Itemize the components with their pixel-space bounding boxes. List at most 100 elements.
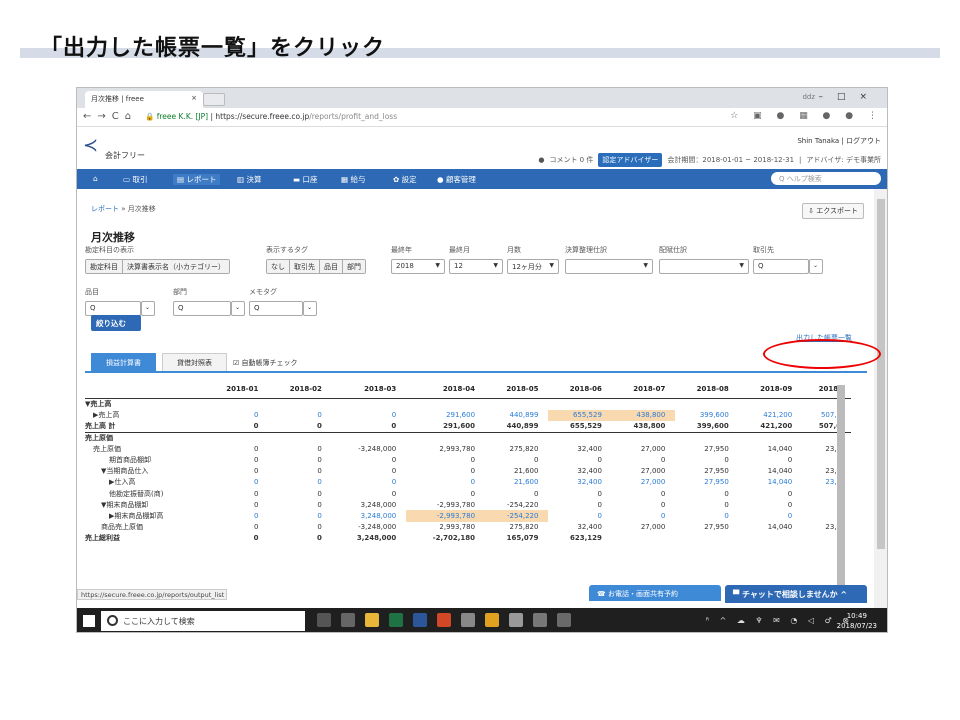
months-select[interactable]: 12ヶ月分 ▼ bbox=[507, 259, 559, 274]
breadcrumb-reports[interactable]: レポート bbox=[91, 205, 119, 213]
table-cell[interactable]: 27,000 bbox=[612, 477, 675, 488]
nav-accounts[interactable]: ▬ 口座 bbox=[293, 174, 317, 185]
user-name[interactable]: Shin Tanaka bbox=[797, 137, 839, 145]
table-cell[interactable]: 0 bbox=[675, 510, 738, 521]
phone-reservation-button[interactable]: ☎ お電話・画面共有予約 bbox=[589, 585, 721, 601]
table-cell[interactable]: 0 bbox=[268, 510, 331, 521]
freee-logo[interactable]: ≺ 会計フリー bbox=[83, 135, 173, 165]
row-label[interactable]: ▶仕入高 bbox=[85, 477, 205, 488]
table-cell[interactable]: 291,600 bbox=[406, 410, 485, 421]
end-month-select[interactable]: 12 ▼ bbox=[449, 259, 503, 274]
chat-button[interactable]: ▀ チャットで相談しませんか ^ bbox=[725, 585, 867, 603]
table-cell[interactable]: -2,993,780 bbox=[406, 510, 486, 522]
nav-closing[interactable]: ▥ 決算 bbox=[237, 174, 261, 185]
page-scrollbar[interactable] bbox=[874, 189, 887, 632]
system-tray[interactable]: ᴿ ^ ☁ ♆ ✉ ◔ ◁ ♂ ⊗ bbox=[706, 616, 853, 625]
tab-balance-sheet[interactable]: 貸借対照表 bbox=[162, 353, 227, 373]
option-statement-name[interactable]: 決算書表示名（小カテゴリー） bbox=[123, 260, 229, 273]
table-cell: 0 bbox=[597, 489, 602, 498]
table-cell[interactable]: 440,899 bbox=[485, 410, 548, 421]
nav-reports[interactable]: ▤ レポート bbox=[173, 174, 221, 185]
taskbar-search-input[interactable]: ここに入力して検索 bbox=[101, 611, 305, 631]
browser-tab[interactable]: 月次推移 | freee × bbox=[85, 91, 203, 108]
nav-buttons[interactable]: ←→C⌂ bbox=[83, 111, 137, 122]
table-cell[interactable]: 32,400 bbox=[548, 477, 611, 488]
table-cell[interactable]: 0 bbox=[406, 477, 485, 488]
table-cell[interactable]: 0 bbox=[205, 477, 268, 488]
table-cell[interactable]: 438,800 bbox=[611, 409, 676, 421]
table-cell[interactable]: 655,529 bbox=[548, 409, 612, 421]
table-cell bbox=[205, 432, 268, 443]
auto-check-checkbox[interactable]: ☑ 自動帳簿チェック bbox=[233, 358, 298, 368]
nav-transactions[interactable]: ▭ 取引 bbox=[123, 174, 147, 185]
table-cell[interactable]: 0 bbox=[739, 510, 802, 521]
table-cell[interactable]: 21,600 bbox=[485, 477, 548, 488]
table-cell[interactable]: 0 bbox=[612, 510, 675, 521]
table-cell: 0 bbox=[724, 456, 729, 465]
end-year-select[interactable]: 2018 ▼ bbox=[391, 259, 445, 274]
table-cell: 0 bbox=[253, 456, 259, 465]
department-dropdown[interactable]: ⌄ bbox=[231, 301, 245, 316]
nav-customers[interactable]: ● 顧客管理 bbox=[437, 174, 476, 185]
window-controls[interactable]: –□× bbox=[818, 92, 881, 102]
partner-dropdown[interactable]: ⌄ bbox=[809, 259, 823, 274]
table-cell[interactable]: 421,200 bbox=[739, 410, 802, 421]
memo-dropdown[interactable]: ⌄ bbox=[303, 301, 317, 316]
table-cell[interactable]: 3,248,000 bbox=[332, 510, 406, 521]
table-cell[interactable]: 0 bbox=[205, 410, 268, 421]
memo-search-input[interactable]: Q bbox=[249, 301, 303, 316]
table-cell[interactable]: 27,950 bbox=[675, 477, 738, 488]
item-dropdown[interactable]: ⌄ bbox=[141, 301, 155, 316]
row-label: 売上原価 bbox=[85, 433, 113, 442]
table-cell[interactable]: 399,600 bbox=[675, 410, 738, 421]
scrollbar-thumb[interactable] bbox=[877, 199, 885, 549]
url-field[interactable]: 🔒 freee K.K. [JP] | https://secure.freee… bbox=[145, 112, 397, 121]
help-search-input[interactable]: Q ヘルプ検索 bbox=[771, 172, 881, 185]
tag-toggle[interactable]: なし 取引先 品目 部門 bbox=[266, 259, 366, 274]
table-cell: 0 bbox=[597, 500, 602, 509]
tag-department[interactable]: 部門 bbox=[343, 260, 365, 273]
tag-none[interactable]: なし bbox=[267, 260, 290, 273]
partner-search-input[interactable]: Q bbox=[753, 259, 809, 274]
allocation-label: 配賦仕訳 bbox=[659, 246, 687, 254]
nav-payroll[interactable]: ▦ 給与 bbox=[341, 174, 365, 185]
item-search-input[interactable]: Q bbox=[85, 301, 141, 316]
windows-start-icon[interactable] bbox=[83, 615, 95, 627]
logout-link[interactable]: ログアウト bbox=[846, 137, 881, 145]
tag-item[interactable]: 品目 bbox=[320, 260, 343, 273]
table-cell: 0 bbox=[724, 500, 729, 509]
user-area: Shin Tanaka | ログアウト bbox=[797, 137, 881, 145]
table-scrollbar[interactable] bbox=[837, 385, 845, 597]
filter-button[interactable]: 絞り込む bbox=[91, 315, 141, 331]
table-cell: 0 bbox=[253, 523, 259, 532]
option-account[interactable]: 勘定科目 bbox=[86, 260, 123, 273]
table-cell[interactable]: -254,220 bbox=[485, 510, 549, 522]
home-icon[interactable]: ⌂ bbox=[93, 174, 98, 183]
close-tab-icon[interactable]: × bbox=[191, 94, 197, 102]
taskbar-apps[interactable] bbox=[317, 613, 571, 627]
row-label[interactable]: ▶売上高 bbox=[85, 410, 205, 421]
table-cell[interactable]: 0 bbox=[205, 510, 268, 521]
extension-icons[interactable]: ☆ ▣ ● ▦ ● ● ⋮ bbox=[730, 111, 883, 121]
table-cell[interactable]: 0 bbox=[268, 477, 331, 488]
nav-settings[interactable]: ✿ 設定 bbox=[393, 174, 417, 185]
allocation-select[interactable]: ▼ bbox=[659, 259, 749, 274]
new-tab-button[interactable] bbox=[203, 93, 225, 106]
table-cell: 0 bbox=[787, 500, 793, 509]
table-cell[interactable]: 0 bbox=[332, 410, 406, 421]
tag-partner[interactable]: 取引先 bbox=[290, 260, 320, 273]
table-cell[interactable]: 0 bbox=[268, 410, 331, 421]
advisor-badge: 認定アドバイザー bbox=[598, 153, 663, 167]
table-cell[interactable]: 0 bbox=[548, 510, 611, 521]
clock[interactable]: 10:49 2018/07/23 bbox=[837, 611, 877, 631]
comment-count[interactable]: コメント 0 件 bbox=[549, 155, 593, 165]
table-cell: 0 bbox=[253, 444, 259, 453]
table-cell[interactable]: 14,040 bbox=[739, 477, 802, 488]
row-label[interactable]: ▶期末商品棚卸高 bbox=[85, 510, 205, 521]
table-cell[interactable]: 0 bbox=[332, 477, 406, 488]
department-search-input[interactable]: Q bbox=[173, 301, 231, 316]
account-display-toggle[interactable]: 勘定科目 決算書表示名（小カテゴリー） bbox=[85, 259, 230, 274]
closing-select[interactable]: ▼ bbox=[565, 259, 653, 274]
export-button[interactable]: ⇩ エクスポート bbox=[802, 203, 864, 219]
tab-profit-loss[interactable]: 損益計算書 bbox=[91, 353, 156, 373]
